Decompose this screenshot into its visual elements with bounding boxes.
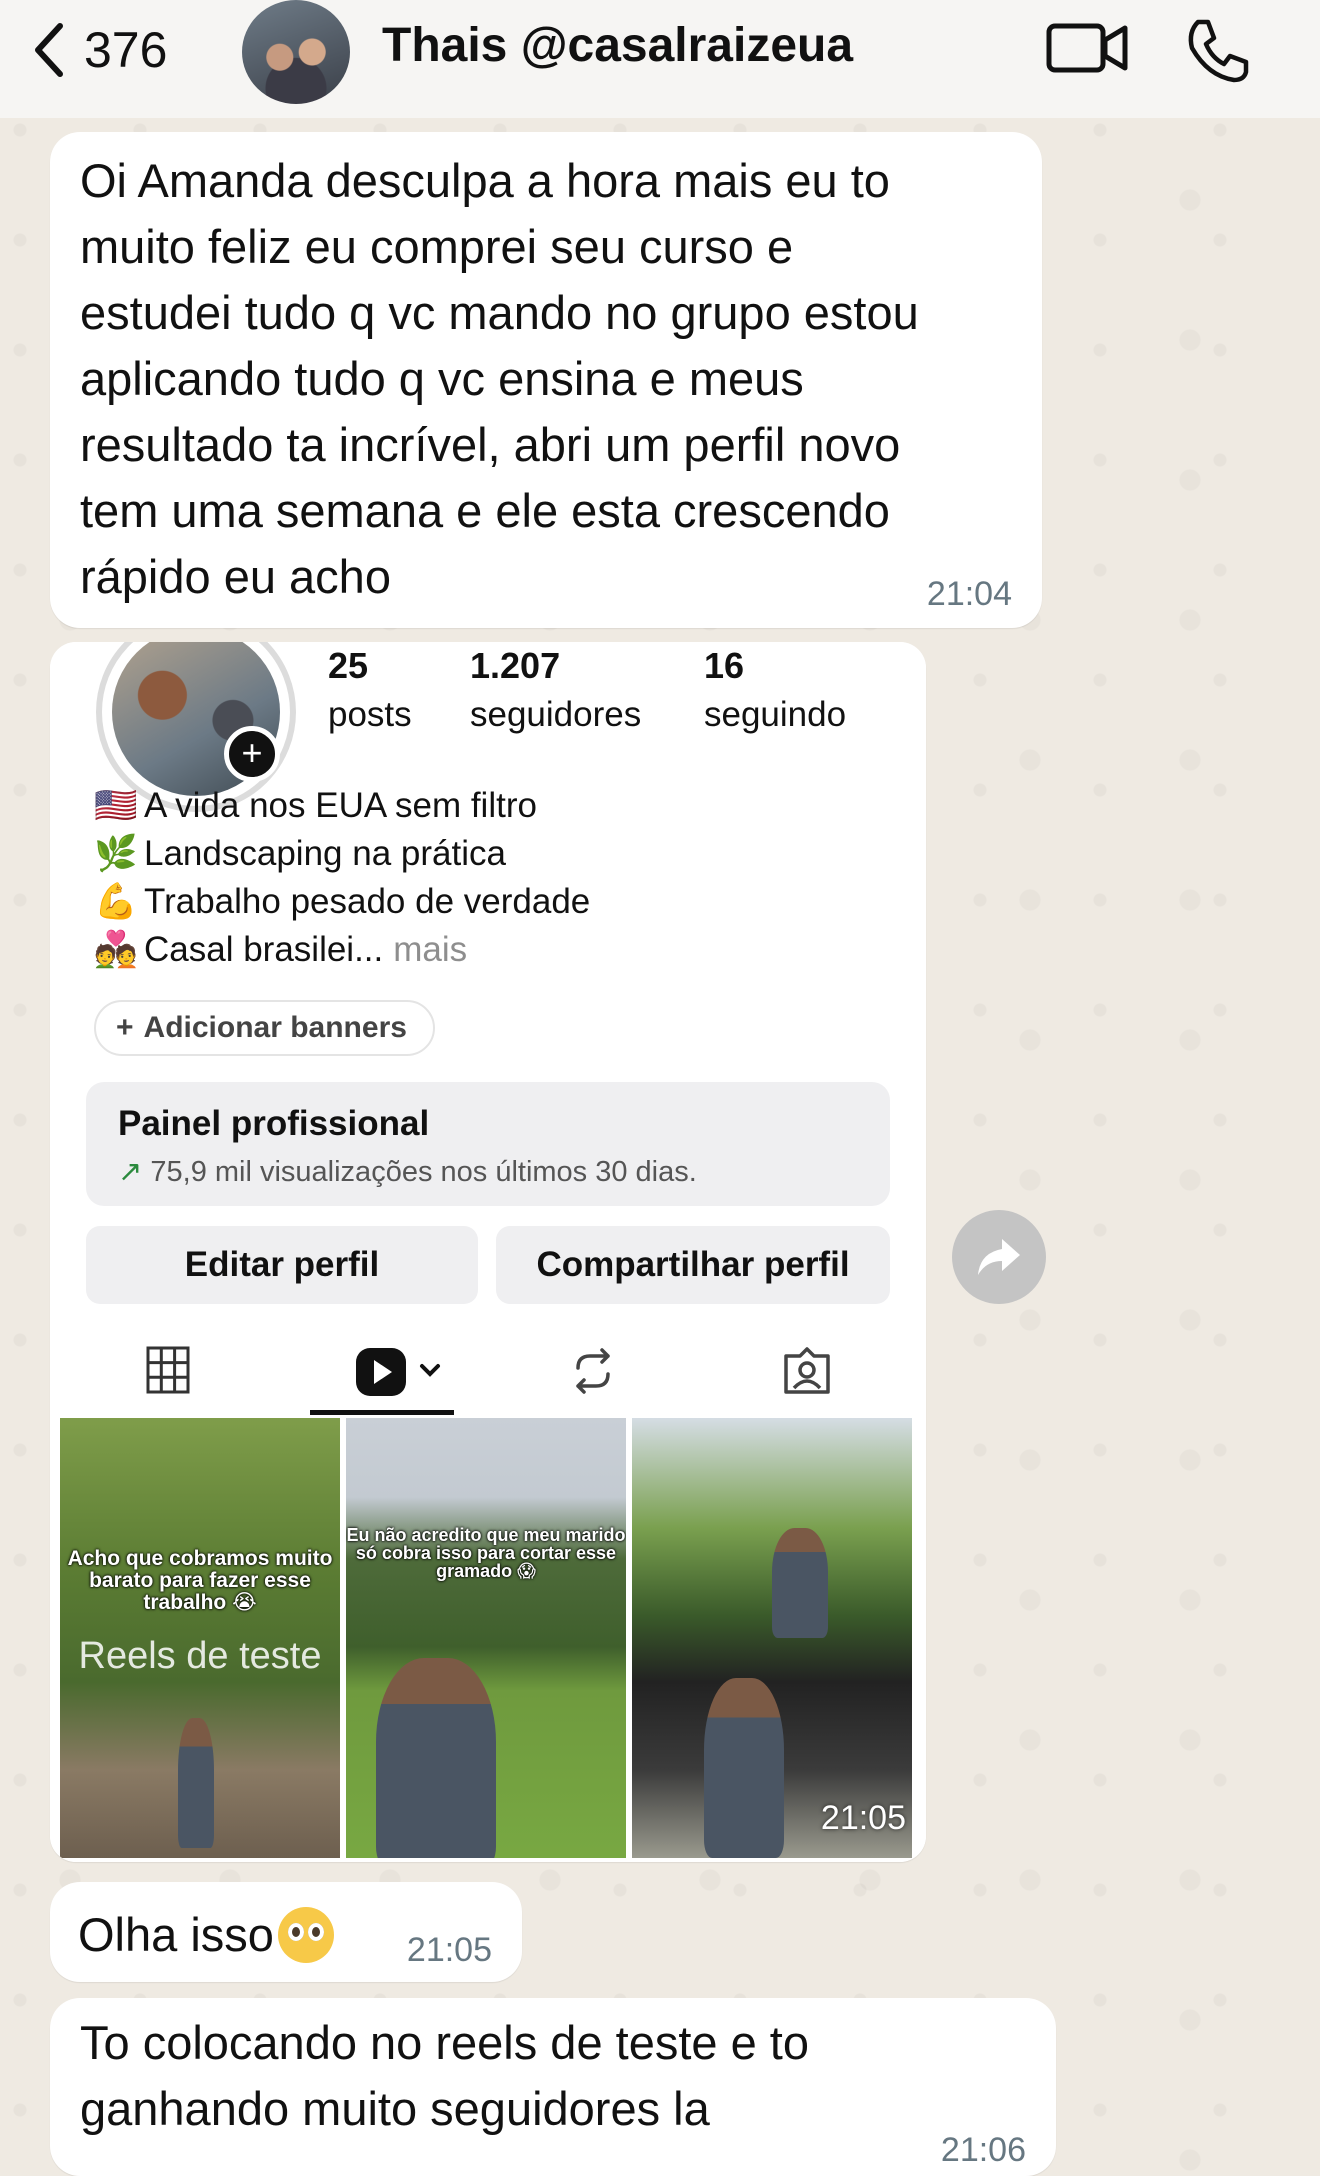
bio-text: Trabalho pesado de verdade xyxy=(144,882,591,921)
reel-caption: Acho que cobramos muito barato para faze… xyxy=(67,1547,333,1614)
bio-line: 🇺🇸 A vida nos EUA sem filtro xyxy=(94,782,590,830)
message-time: 21:05 xyxy=(406,1931,492,1969)
contact-avatar[interactable] xyxy=(242,0,350,104)
panel-subtitle: ↗ 75,9 mil visualizações nos últimos 30 … xyxy=(118,1154,697,1189)
bio-more-link: mais xyxy=(393,930,468,969)
edit-profile-button: Editar perfil xyxy=(86,1226,478,1304)
contact-name[interactable]: Thais @casalraizeua xyxy=(382,18,853,73)
stat-label: posts xyxy=(328,695,412,734)
add-banners-label: Adicionar banners xyxy=(143,1011,407,1044)
instagram-profile-screenshot: + 25 posts 1.207 seguidores 16 seguindo … xyxy=(50,642,926,1862)
stat-value: 1.207 xyxy=(470,645,561,686)
reels-grid: Acho que cobramos muito barato para faze… xyxy=(60,1418,912,1858)
unread-count: 376 xyxy=(84,22,168,78)
message-text-content: Olha isso xyxy=(78,1908,274,1961)
forward-button[interactable] xyxy=(952,1210,1046,1304)
message-text: Oi Amanda desculpa a hora mais eu to mui… xyxy=(80,154,919,603)
repost-icon xyxy=(576,1348,610,1394)
reel-thumbnail: Acho que cobramos muito barato para faze… xyxy=(60,1418,340,1858)
chat-header: 376 Thais @casalraizeua xyxy=(0,0,1320,118)
couple-icon: 💑 xyxy=(94,930,138,969)
bio-line: 💪 Trabalho pesado de verdade xyxy=(94,878,590,926)
bio-text: A vida nos EUA sem filtro xyxy=(144,786,537,825)
stat-value: 16 xyxy=(704,645,745,686)
professional-dashboard: Painel profissional ↗ 75,9 mil visualiza… xyxy=(86,1082,890,1206)
herb-icon: 🌿 xyxy=(94,834,138,873)
profile-bio: 🇺🇸 A vida nos EUA sem filtro 🌿 Landscapi… xyxy=(94,782,590,974)
panel-subtitle-text: 75,9 mil visualizações nos últimos 30 di… xyxy=(150,1156,697,1188)
profile-tabs xyxy=(50,1322,926,1418)
pleading-face-icon xyxy=(277,1907,334,1963)
us-flag-icon: 🇺🇸 xyxy=(94,786,138,825)
reels-overlay-text: Reels de teste xyxy=(78,1635,322,1677)
message-bubble[interactable]: Olha isso 21:05 xyxy=(50,1882,522,1982)
video-call-icon[interactable] xyxy=(1046,18,1128,78)
panel-title: Painel profissional xyxy=(118,1104,430,1143)
person-figure xyxy=(704,1678,784,1858)
bio-text: Casal brasilei... xyxy=(144,930,384,969)
active-tab-indicator xyxy=(310,1410,454,1415)
person-figure xyxy=(772,1528,828,1638)
share-profile-button: Compartilhar perfil xyxy=(496,1226,890,1304)
trend-up-icon: ↗ xyxy=(118,1156,143,1188)
stat-following: 16 seguindo xyxy=(704,642,846,740)
person-figure xyxy=(376,1658,496,1858)
message-bubble[interactable]: Oi Amanda desculpa a hora mais eu to mui… xyxy=(50,132,1042,628)
bio-text: Landscaping na prática xyxy=(144,834,506,873)
bio-line: 💑 Casal brasilei... mais xyxy=(94,926,590,974)
add-story-icon: + xyxy=(224,726,280,782)
message-time: 21:04 xyxy=(926,575,1012,613)
plus-icon: + xyxy=(116,1011,134,1044)
tagged-icon xyxy=(784,1347,830,1394)
person-figure xyxy=(178,1718,214,1848)
message-text: Olha isso xyxy=(78,1902,334,1968)
grid-icon xyxy=(146,1346,190,1394)
stat-followers: 1.207 seguidores xyxy=(470,642,641,740)
flexed-biceps-icon: 💪 xyxy=(94,882,138,921)
image-message[interactable]: + 25 posts 1.207 seguidores 16 seguindo … xyxy=(50,642,926,1862)
stat-value: 25 xyxy=(328,645,369,686)
message-bubble[interactable]: To colocando no reels de teste e to ganh… xyxy=(50,1998,1056,2176)
message-time: 21:05 xyxy=(820,1799,906,1837)
phone-call-icon[interactable] xyxy=(1184,18,1250,84)
add-banners-button: + Adicionar banners xyxy=(94,1000,435,1056)
message-time: 21:06 xyxy=(940,2131,1026,2169)
stat-posts: 25 posts xyxy=(328,642,412,740)
forward-icon xyxy=(978,1239,1020,1275)
back-button[interactable]: 376 xyxy=(30,20,167,80)
reel-thumbnail xyxy=(632,1418,912,1858)
reel-thumbnail: Eu não acredito que meu marido só cobra … xyxy=(346,1418,626,1858)
stat-label: seguidores xyxy=(470,695,642,734)
chevron-left-icon xyxy=(35,23,63,77)
bio-line: 🌿 Landscaping na prática xyxy=(94,830,590,878)
message-text: To colocando no reels de teste e to ganh… xyxy=(80,2016,809,2135)
reel-caption: Eu não acredito que meu marido só cobra … xyxy=(346,1525,626,1581)
stat-label: seguindo xyxy=(704,695,847,734)
reels-icon xyxy=(356,1348,440,1396)
